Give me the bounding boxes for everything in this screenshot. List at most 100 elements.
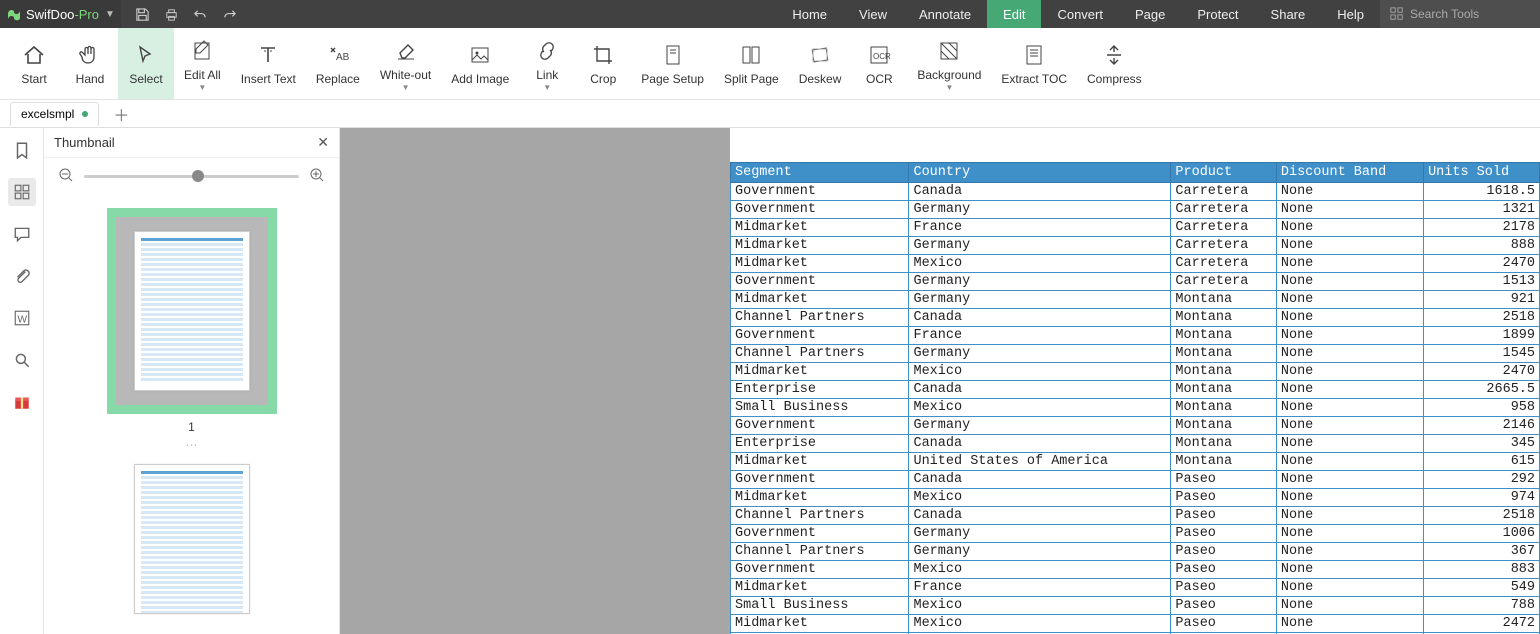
thumbnail-2[interactable] — [134, 464, 250, 614]
chevron-down-icon: ▼ — [402, 86, 410, 90]
menu-share[interactable]: Share — [1255, 0, 1322, 28]
thumbnail-close-icon[interactable]: ✕ — [317, 134, 329, 151]
menu-annotate[interactable]: Annotate — [903, 0, 987, 28]
menu-protect[interactable]: Protect — [1181, 0, 1254, 28]
table-row: Small BusinessMexicoMontanaNone958 — [731, 399, 1540, 417]
menu-convert[interactable]: Convert — [1041, 0, 1119, 28]
table-row: GovernmentMexicoPaseoNone883 — [731, 561, 1540, 579]
svg-text:OCR: OCR — [873, 52, 891, 61]
col-country: Country — [909, 163, 1171, 183]
slider-knob[interactable] — [192, 170, 204, 182]
thumbnail-list: 1 ⋯ — [44, 194, 339, 634]
tab-label: excelsmpl — [21, 107, 74, 121]
sidebar-word[interactable]: W — [8, 304, 36, 332]
data-table: SegmentCountryProductDiscount BandUnits … — [730, 162, 1540, 634]
col-discount-band: Discount Band — [1276, 163, 1423, 183]
table-row: GovernmentCanadaCarreteraNone1618.5 — [731, 183, 1540, 201]
col-segment: Segment — [731, 163, 909, 183]
split-icon — [739, 42, 763, 68]
thumbnail-zoom-slider[interactable] — [84, 175, 299, 178]
table-row: MidmarketFranceCarreteraNone2178 — [731, 219, 1540, 237]
ribbon-page-setup[interactable]: Page Setup — [631, 28, 714, 99]
zoom-out-icon[interactable] — [58, 167, 74, 186]
crop-icon — [591, 42, 615, 68]
thumbnail-title: Thumbnail — [54, 135, 115, 150]
sidebar-comments[interactable] — [8, 220, 36, 248]
ribbon-edit-all[interactable]: Edit All▼ — [174, 28, 231, 99]
document-tab[interactable]: excelsmpl — [10, 102, 99, 126]
zoom-in-icon[interactable] — [309, 167, 325, 186]
ribbon-start[interactable]: Start — [6, 28, 62, 99]
tab-modified-dot-icon — [82, 111, 88, 117]
table-row: Small BusinessMexicoPaseoNone788 — [731, 597, 1540, 615]
table-row: GovernmentGermanyMontanaNone2146 — [731, 417, 1540, 435]
compress-icon — [1102, 42, 1126, 68]
menu-page[interactable]: Page — [1119, 0, 1181, 28]
table-row: GovernmentGermanyCarreteraNone1513 — [731, 273, 1540, 291]
toc-icon — [1022, 42, 1046, 68]
redo-icon[interactable] — [222, 7, 237, 22]
table-row: EnterpriseCanadaMontanaNone345 — [731, 435, 1540, 453]
pagesetup-icon — [661, 42, 685, 68]
bg-icon — [937, 38, 961, 64]
svg-text:W: W — [17, 315, 27, 326]
ribbon-white-out[interactable]: White-out▼ — [370, 28, 441, 99]
ribbon-hand[interactable]: Hand — [62, 28, 118, 99]
ribbon-insert-text[interactable]: Insert Text — [231, 28, 306, 99]
hand-icon — [78, 42, 102, 68]
save-icon[interactable] — [135, 7, 150, 22]
ribbon-ocr[interactable]: OCROCR — [851, 28, 907, 99]
sidebar-gift[interactable] — [8, 388, 36, 416]
main-menu: HomeViewAnnotateEditConvertPageProtectSh… — [776, 0, 1380, 28]
menu-help[interactable]: Help — [1321, 0, 1380, 28]
sidebar-thumbnails[interactable] — [8, 178, 36, 206]
chevron-down-icon: ▼ — [198, 86, 206, 90]
ribbon-compress[interactable]: Compress — [1077, 28, 1152, 99]
col-units-sold: Units Sold — [1424, 163, 1540, 183]
search-tools-input[interactable] — [1410, 7, 1520, 21]
add-tab-button[interactable]: ＋ — [107, 102, 135, 126]
chevron-down-icon: ▼ — [945, 86, 953, 90]
ribbon-deskew[interactable]: Deskew — [789, 28, 852, 99]
document-viewport[interactable]: SegmentCountryProductDiscount BandUnits … — [340, 128, 1540, 634]
thumbnail-zoom — [44, 158, 339, 194]
thumbnail-1[interactable]: 1 ⋯ — [107, 208, 277, 452]
table-row: MidmarketGermanyMontanaNone921 — [731, 291, 1540, 309]
undo-icon[interactable] — [193, 7, 208, 22]
brand-swifdoo: SwifDoo — [26, 7, 74, 22]
table-row: GovernmentGermanyCarreteraNone1321 — [731, 201, 1540, 219]
ribbon-select[interactable]: Select — [118, 28, 174, 99]
ribbon-extract-toc[interactable]: Extract TOC — [991, 28, 1077, 99]
ribbon-replace[interactable]: ABReplace — [306, 28, 370, 99]
brand-menu[interactable]: SwifDoo-Pro ▼ — [0, 0, 121, 28]
sidebar-attachments[interactable] — [8, 262, 36, 290]
sidebar-search[interactable] — [8, 346, 36, 374]
menu-edit[interactable]: Edit — [987, 0, 1041, 28]
ocr-icon: OCR — [867, 42, 891, 68]
quick-access-toolbar — [121, 7, 251, 22]
svg-text:AB: AB — [336, 52, 350, 63]
menu-view[interactable]: View — [843, 0, 903, 28]
titlebar: SwifDoo-Pro ▼ HomeViewAnnotateEditConver… — [0, 0, 1540, 28]
ribbon-background[interactable]: Background▼ — [907, 28, 991, 99]
menu-home[interactable]: Home — [776, 0, 843, 28]
ribbon-link[interactable]: Link▼ — [519, 28, 575, 99]
search-tools[interactable] — [1380, 0, 1540, 28]
ribbon-add-image[interactable]: Add Image — [441, 28, 519, 99]
brand-caret-icon: ▼ — [105, 9, 115, 20]
ribbon-edit: StartHandSelectEdit All▼Insert TextABRep… — [0, 28, 1540, 100]
sidebar-bookmarks[interactable] — [8, 136, 36, 164]
ribbon-crop[interactable]: Crop — [575, 28, 631, 99]
thumbnail-header: Thumbnail ✕ — [44, 128, 339, 158]
table-row: MidmarketMexicoPaseoNone974 — [731, 489, 1540, 507]
search-grid-icon — [1390, 7, 1404, 21]
brand-pro: -Pro — [74, 7, 99, 22]
left-sidebar: W — [0, 128, 44, 634]
ribbon-split-page[interactable]: Split Page — [714, 28, 789, 99]
replace-icon: AB — [326, 42, 350, 68]
print-icon[interactable] — [164, 7, 179, 22]
thumbnail-1-number: 1 — [107, 420, 277, 434]
table-row: EnterpriseCanadaMontanaNone2665.5 — [731, 381, 1540, 399]
table-row: MidmarketMexicoPaseoNone2472 — [731, 615, 1540, 633]
eraser-icon — [394, 38, 418, 64]
